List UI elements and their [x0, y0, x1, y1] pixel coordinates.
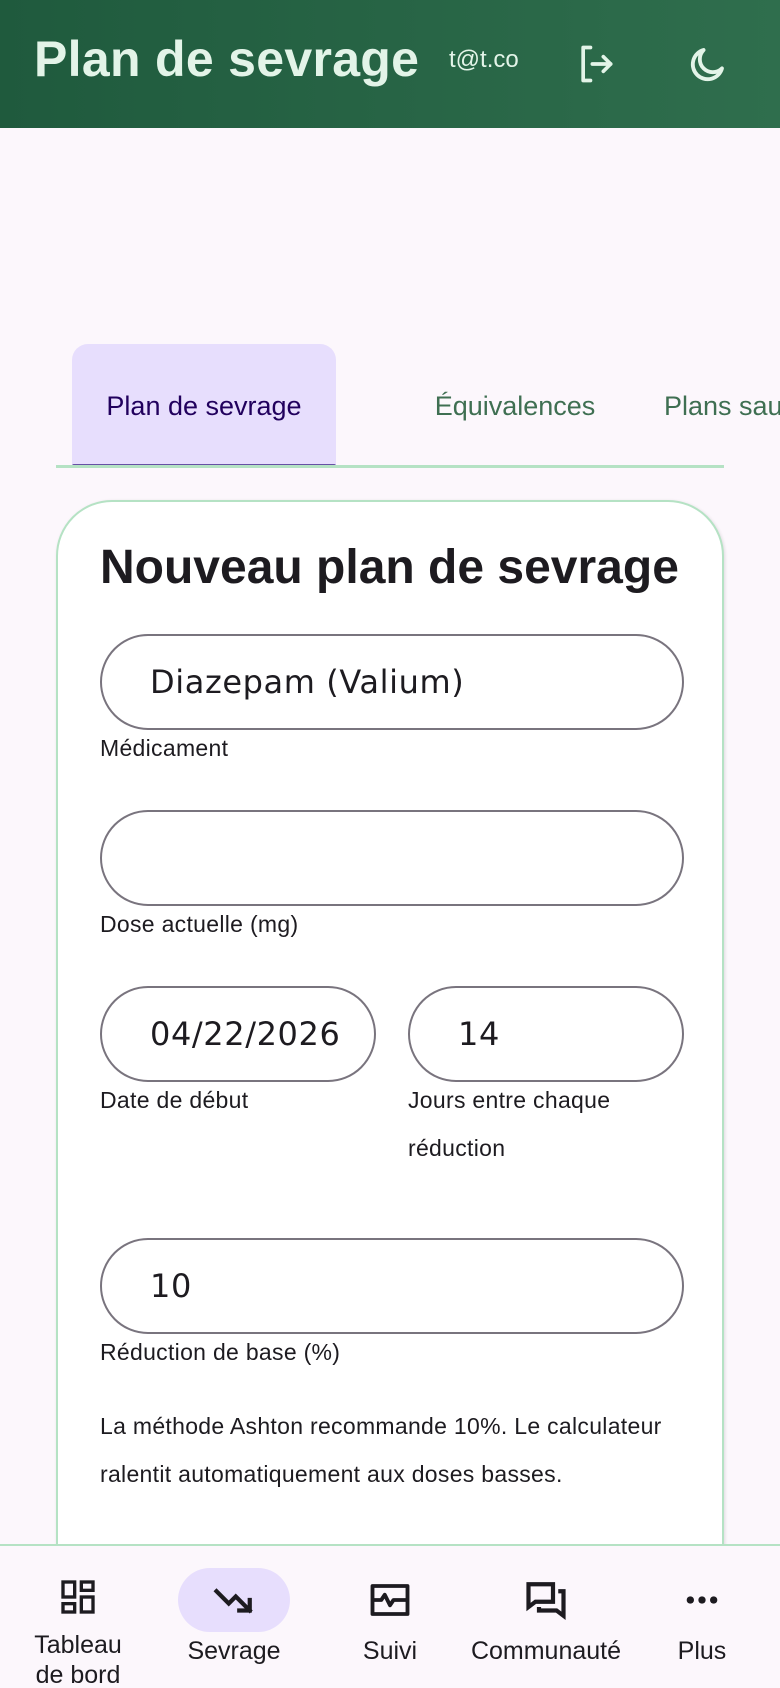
nav-label-sevrage: Sevrage [187, 1637, 281, 1665]
logout-button[interactable] [568, 36, 624, 92]
days-between-input[interactable] [458, 1015, 682, 1053]
app-screen: Plan de sevrage t@t.co Plan de sevrage É… [0, 0, 780, 1688]
dashboard-icon [61, 1580, 95, 1614]
app-bar: Plan de sevrage t@t.co [0, 0, 780, 128]
tab-plan-de-sevrage[interactable]: Plan de sevrage [72, 344, 336, 468]
nav-label-plus: Plus [677, 1637, 727, 1665]
user-email: t@t.co [449, 46, 519, 73]
trending-down-icon [213, 1588, 253, 1614]
logout-icon [581, 45, 613, 83]
forum-icon [526, 1582, 566, 1620]
nav-item-dashboard[interactable]: Tableau de bord [22, 1546, 134, 1688]
start-date-label: Date de début [100, 1087, 249, 1113]
current-dose-label: Dose actuelle (mg) [100, 911, 299, 937]
ashton-help-text: La méthode Ashton recommande 10%. Le cal… [100, 1413, 662, 1487]
nav-item-communaute[interactable]: Communauté [461, 1546, 631, 1688]
nav-item-sevrage[interactable]: Sevrage [178, 1546, 290, 1688]
moon-icon [690, 48, 724, 82]
nav-icon-container [334, 1568, 446, 1632]
tab-plans-sauvegardes[interactable]: Plans sau [664, 344, 780, 468]
nav-item-suivi[interactable]: Suivi [334, 1546, 446, 1688]
medication-input[interactable] [150, 663, 682, 701]
theme-toggle-button[interactable] [680, 36, 736, 92]
nav-item-plus[interactable]: Plus [646, 1546, 758, 1688]
nav-label-communaute: Communauté [470, 1637, 622, 1665]
tabs-divider [56, 465, 724, 468]
medication-select[interactable] [100, 634, 684, 730]
nav-icon-container [22, 1568, 134, 1626]
medication-label: Médicament [100, 735, 229, 761]
tab-bar: Plan de sevrage Équivalences Plans sau [56, 344, 780, 468]
bottom-navigation: Tableau de bord Sevrage Suivi Communauté… [0, 1544, 780, 1688]
monitor-heart-icon [370, 1584, 410, 1616]
base-reduction-field[interactable] [100, 1238, 684, 1334]
current-dose-field[interactable] [100, 810, 684, 906]
nav-label-suivi: Suivi [362, 1637, 418, 1665]
base-reduction-label: Réduction de base (%) [100, 1339, 341, 1365]
page-title: Plan de sevrage [34, 31, 420, 87]
days-between-label: Jours entre chaque réduction [408, 1087, 611, 1161]
current-dose-input[interactable] [150, 839, 682, 877]
days-between-field[interactable] [408, 986, 684, 1082]
base-reduction-input[interactable] [150, 1267, 682, 1305]
nav-label-dashboard: Tableau de bord [34, 1631, 122, 1688]
nav-icon-container [178, 1568, 290, 1632]
nav-icon-container [490, 1568, 602, 1632]
more-horizontal-icon [686, 1596, 718, 1604]
tab-equivalences[interactable]: Équivalences [400, 344, 630, 468]
start-date-field[interactable] [100, 986, 376, 1082]
nav-icon-container [646, 1568, 758, 1632]
new-plan-card: Nouveau plan de sevrage Médicament Dose … [56, 500, 724, 1688]
start-date-input[interactable] [150, 1015, 374, 1053]
card-title: Nouveau plan de sevrage [100, 541, 679, 594]
